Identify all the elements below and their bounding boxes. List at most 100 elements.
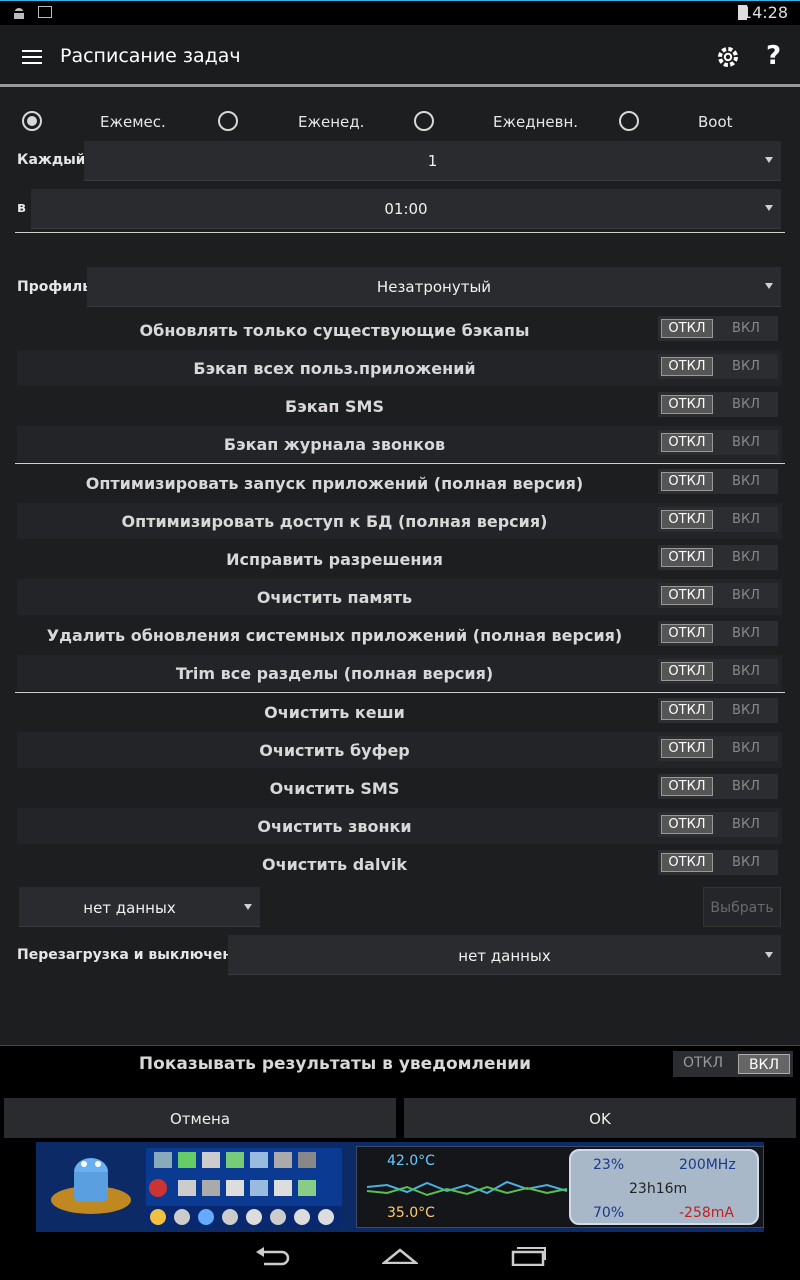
option-label: Очистить SMS: [269, 779, 400, 798]
option-toggle[interactable]: ОТКЛ ВКЛ: [658, 774, 778, 799]
option-row: Удалить обновления системных приложений …: [17, 617, 782, 653]
recent-apps-icon[interactable]: [511, 1246, 547, 1267]
option-label: Очистить буфер: [259, 741, 410, 760]
profile-dropdown[interactable]: Незатронутый: [87, 267, 781, 307]
every-label: Каждый: [17, 152, 86, 168]
option-row: Очистить SMS ОТКЛ ВКЛ: [17, 770, 782, 806]
option-row: Обновлять только существующие бэкапы ОТК…: [17, 312, 782, 348]
system-monitor-widget: 42.0°C 35.0°C 23% 200MHz 23h16m 70% -258…: [356, 1146, 764, 1228]
status-bar: 14:28: [0, 0, 800, 25]
option-toggle[interactable]: ОТКЛ ВКЛ: [658, 812, 778, 837]
option-row: Бэкап журнала звонков ОТКЛ ВКЛ: [17, 426, 782, 462]
option-row: Очистить звонки ОТКЛ ВКЛ: [17, 808, 782, 844]
chevron-down-icon: [765, 952, 773, 958]
option-toggle[interactable]: ОТКЛ ВКЛ: [658, 469, 778, 494]
option-toggle[interactable]: ОТКЛ ВКЛ: [658, 583, 778, 608]
chevron-down-icon: [765, 283, 773, 289]
help-icon[interactable]: ?: [766, 41, 781, 71]
option-toggle[interactable]: ОТКЛ ВКЛ: [658, 354, 778, 379]
profile-label: Профиль: [17, 279, 92, 295]
chevron-down-icon: [765, 157, 773, 163]
time-value: 01:00: [384, 200, 428, 218]
image-icon: [38, 6, 52, 18]
option-label: Очистить память: [256, 588, 413, 607]
radio-daily[interactable]: [414, 111, 434, 131]
option-toggle[interactable]: ОТКЛ ВКЛ: [658, 316, 778, 341]
back-icon[interactable]: [254, 1246, 290, 1266]
temperature-cpu: 42.0°C: [387, 1153, 435, 1169]
battery-current: -258mA: [679, 1205, 734, 1221]
option-label: Бэкап журнала звонков: [223, 435, 446, 454]
option-row: Очистить кеши ОТКЛ ВКЛ: [17, 694, 782, 730]
option-toggle[interactable]: ОТКЛ ВКЛ: [658, 659, 778, 684]
temperature-battery: 35.0°C: [387, 1205, 435, 1221]
radio-monthly[interactable]: [22, 111, 42, 131]
every-dropdown[interactable]: 1: [84, 141, 781, 181]
option-label: Очистить dalvik: [261, 855, 407, 874]
option-label: Оптимизировать запуск приложений (полная…: [85, 474, 584, 493]
status-time: 14:28: [741, 3, 788, 22]
notify-toggle[interactable]: ОТКЛ ВКЛ: [673, 1051, 793, 1077]
choose-button[interactable]: Выбрать: [703, 887, 781, 927]
at-label: в: [17, 200, 26, 216]
divider: [15, 232, 785, 233]
option-row: Оптимизировать запуск приложений (полная…: [17, 465, 782, 501]
radio-boot-label: Boot: [698, 113, 733, 131]
ok-button[interactable]: OK: [404, 1098, 796, 1138]
reboot-value: нет данных: [458, 947, 551, 965]
option-label: Trim все разделы (полная версия): [175, 664, 494, 683]
ad-banner[interactable]: 42.0°C 35.0°C 23% 200MHz 23h16m 70% -258…: [36, 1142, 764, 1232]
chevron-down-icon: [765, 205, 773, 211]
option-toggle[interactable]: ОТКЛ ВКЛ: [658, 545, 778, 570]
choose-button-label: Выбрать: [710, 900, 774, 916]
stats-panel: 23% 200MHz 23h16m 70% -258mA: [569, 1149, 759, 1225]
chevron-down-icon: [244, 904, 252, 910]
option-row: Исправить разрешения ОТКЛ ВКЛ: [17, 541, 782, 577]
option-label: Обновлять только существующие бэкапы: [139, 321, 530, 340]
extra-dropdown[interactable]: нет данных: [19, 887, 260, 927]
ok-button-label: OK: [589, 1110, 611, 1128]
settings-gear-icon[interactable]: [716, 45, 740, 69]
home-icon[interactable]: [380, 1248, 420, 1265]
option-label: Удалить обновления системных приложений …: [46, 626, 623, 645]
divider: [15, 692, 785, 693]
page-title: Расписание задач: [60, 45, 241, 67]
cpu-usage: 23%: [593, 1157, 625, 1173]
reboot-dropdown[interactable]: нет данных: [228, 935, 781, 975]
option-label: Бэкап SMS: [285, 397, 384, 416]
option-toggle[interactable]: ОТКЛ ВКЛ: [658, 698, 778, 723]
android-mascot-icon: [46, 1150, 136, 1226]
option-row: Оптимизировать доступ к БД (полная верси…: [17, 503, 782, 539]
option-row: Бэкап SMS ОТКЛ ВКЛ: [17, 388, 782, 424]
radio-boot[interactable]: [619, 111, 639, 131]
option-toggle[interactable]: ОТКЛ ВКЛ: [658, 850, 778, 875]
android-icon: [12, 6, 26, 19]
action-bar: Расписание задач ?: [0, 25, 800, 85]
cancel-button[interactable]: Отмена: [4, 1098, 396, 1138]
every-value: 1: [427, 152, 438, 170]
reboot-label: Перезагрузка и выключение: [17, 947, 252, 963]
extra-dropdown-value: нет данных: [83, 899, 176, 917]
option-row: Очистить буфер ОТКЛ ВКЛ: [17, 732, 782, 768]
option-label: Бэкап всех польз.приложений: [193, 359, 476, 378]
option-toggle[interactable]: ОТКЛ ВКЛ: [658, 392, 778, 417]
radio-weekly-label: Еженед.: [298, 113, 365, 131]
option-toggle[interactable]: ОТКЛ ВКЛ: [658, 507, 778, 532]
divider: [15, 463, 785, 464]
option-row: Очистить dalvik ОТКЛ ВКЛ: [17, 846, 782, 882]
cancel-button-label: Отмена: [169, 1110, 231, 1128]
option-toggle[interactable]: ОТКЛ ВКЛ: [658, 621, 778, 646]
schedule-content: Ежемес. Еженед. Ежедневн. Boot Каждый 1 …: [0, 87, 800, 1045]
option-row: Бэкап всех польз.приложений ОТКЛ ВКЛ: [17, 350, 782, 386]
radio-monthly-label: Ежемес.: [100, 113, 166, 131]
option-toggle[interactable]: ОТКЛ ВКЛ: [658, 736, 778, 761]
option-row: Trim все разделы (полная версия) ОТКЛ ВКЛ: [17, 655, 782, 691]
menu-icon[interactable]: [22, 49, 42, 64]
radio-weekly[interactable]: [218, 111, 238, 131]
option-row: Очистить память ОТКЛ ВКЛ: [17, 579, 782, 615]
profile-value: Незатронутый: [376, 278, 492, 296]
option-toggle[interactable]: ОТКЛ ВКЛ: [658, 430, 778, 455]
time-dropdown[interactable]: 01:00: [31, 189, 781, 229]
option-label: Исправить разрешения: [226, 550, 443, 569]
radio-daily-label: Ежедневн.: [493, 113, 579, 131]
